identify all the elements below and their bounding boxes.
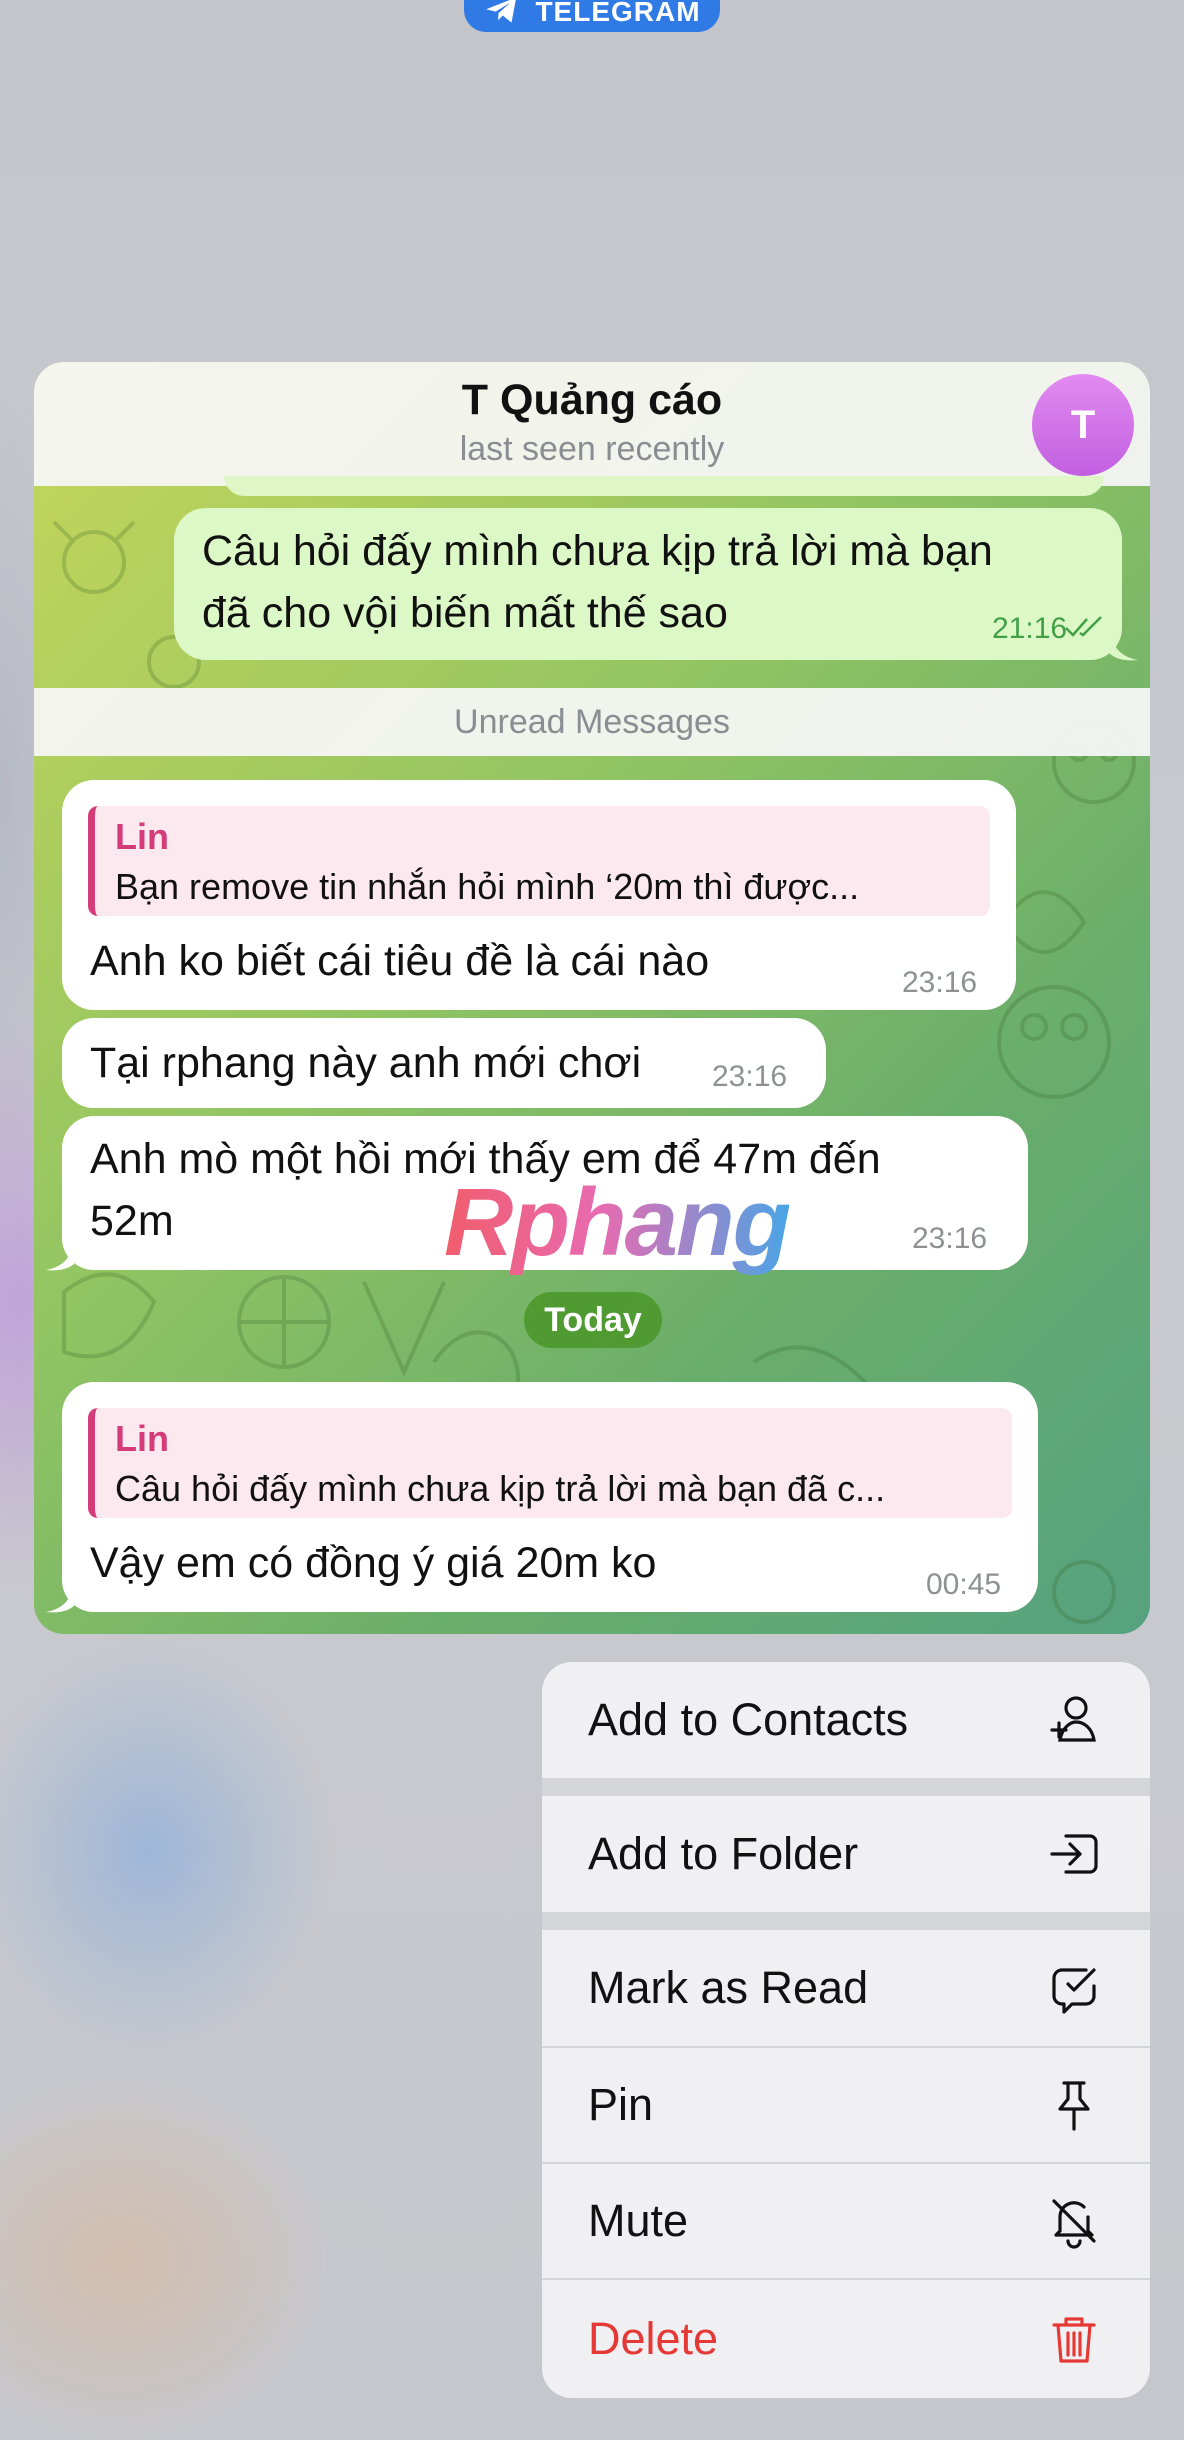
message-text-line: Câu hỏi đấy mình chưa kịp trả lời mà bạn (202, 527, 993, 575)
menu-item-label: Mute (588, 2195, 689, 2246)
unread-label: Unread Messages (454, 702, 730, 741)
date-label: Today (544, 1300, 642, 1339)
trash-icon (1052, 2317, 1096, 2363)
outgoing-message[interactable]: Câu hỏi đấy mình chưa kịp trả lời mà bạn… (174, 508, 1122, 660)
reply-sender: Lin (115, 816, 169, 857)
message-time: 00:45 (926, 1568, 1002, 1601)
reply-text: Câu hỏi đấy mình chưa kịp trả lời mà bạn… (115, 1468, 886, 1509)
message-time: 23:16 (902, 966, 978, 999)
mark-as-read-button[interactable]: Mark as Read (542, 1930, 1150, 2046)
pin-icon (1058, 2081, 1090, 2131)
message-text-line: Vậy em có đồng ý giá 20m ko (90, 1539, 657, 1587)
incoming-message[interactable]: Tại rphang này anh mới chơi 23:16 (62, 1018, 826, 1108)
message-text-line: Tại rphang này anh mới chơi (90, 1039, 642, 1087)
menu-item-label: Add to Contacts (588, 1694, 909, 1745)
menu-item-label: Add to Folder (588, 1828, 859, 1879)
menu-item-label: Delete (588, 2313, 719, 2364)
avatar[interactable]: T (1032, 374, 1134, 476)
watermark-logo: Rphang (444, 1168, 789, 1278)
add-to-contacts-button[interactable]: Add to Contacts (542, 1662, 1150, 1778)
chat-header: T Quảng cáo last seen recently (34, 362, 1150, 486)
bubble-tail (46, 1584, 74, 1613)
unread-messages-divider: Unread Messages (34, 688, 1150, 756)
read-checkmarks-icon (1065, 616, 1102, 637)
mute-button[interactable]: Mute (542, 2164, 1150, 2278)
menu-item-label: Mark as Read (588, 1962, 869, 2013)
chat-preview[interactable]: T Quảng cáo last seen recently T Câu hỏi… (34, 362, 1150, 1634)
bubble-tail (1110, 632, 1138, 661)
message-text-line: Anh ko biết cái tiêu đề là cái nào (90, 937, 710, 985)
add-to-folder-button[interactable]: Add to Folder (542, 1796, 1150, 1912)
app-badge-label: TELEGRAM (535, 0, 701, 27)
telegram-plane-icon (486, 0, 517, 23)
chat-title: T Quảng cáo (461, 376, 723, 424)
delete-button[interactable]: Delete (542, 2280, 1150, 2398)
bubble-tail (46, 1242, 74, 1271)
previous-message-bubble (224, 476, 1104, 496)
date-separator: Today (524, 1292, 662, 1348)
context-menu: Add to Contacts Add to Folder Mark as Re… (542, 1662, 1150, 2398)
message-text-line: 52m (90, 1197, 174, 1245)
chat-subtitle: last seen recently (459, 430, 725, 468)
bell-off-icon (1052, 2199, 1096, 2249)
incoming-message[interactable]: Lin Bạn remove tin nhắn hỏi mình ‘20m th… (62, 780, 1016, 1010)
avatar-letter: T (1070, 402, 1096, 447)
menu-item-label: Pin (588, 2079, 654, 2130)
message-text-line: đã cho vội biến mất thế sao (202, 589, 728, 637)
telegram-app-badge: TELEGRAM (464, 0, 720, 32)
pin-button[interactable]: Pin (542, 2048, 1150, 2162)
mark-read-icon (1052, 1968, 1096, 2014)
watermark-text: Rphang (444, 1169, 790, 1276)
reply-sender: Lin (115, 1418, 169, 1459)
reply-quote[interactable]: Lin Câu hỏi đấy mình chưa kịp trả lời mà… (88, 1408, 1012, 1518)
reply-quote[interactable]: Lin Bạn remove tin nhắn hỏi mình ‘20m th… (88, 806, 990, 916)
incoming-message[interactable]: Lin Câu hỏi đấy mình chưa kịp trả lời mà… (62, 1382, 1038, 1612)
add-contact-icon (1050, 1696, 1096, 1742)
folder-enter-icon (1050, 1834, 1098, 1874)
message-time: 21:16 (992, 612, 1068, 645)
message-time: 23:16 (712, 1060, 788, 1093)
reply-text: Bạn remove tin nhắn hỏi mình ‘20m thì đư… (115, 866, 860, 907)
message-time: 23:16 (912, 1222, 988, 1255)
